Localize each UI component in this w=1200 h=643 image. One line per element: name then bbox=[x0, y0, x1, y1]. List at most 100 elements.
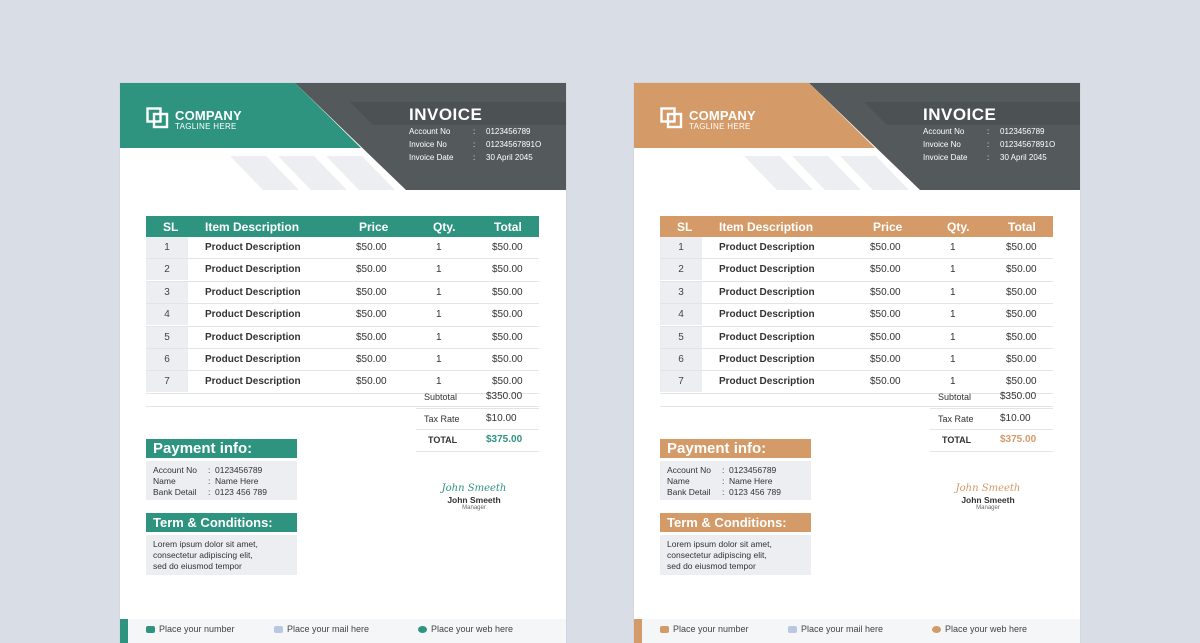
terms-line: sed do eiusmod tempor bbox=[153, 561, 242, 571]
row-sl: 5 bbox=[146, 326, 188, 348]
row-description: Product Description bbox=[205, 264, 301, 276]
invoice-meta-row: Invoice Date : 30 April 2045 bbox=[923, 153, 1080, 166]
total-label: TOTAL bbox=[428, 435, 458, 445]
payment-row: Bank Detail : 0123 456 789 bbox=[146, 487, 297, 498]
total-value: $375.00 bbox=[1000, 434, 1037, 445]
payment-value: 0123 456 789 bbox=[729, 487, 781, 497]
meta-value: 0123456789 bbox=[1000, 127, 1045, 136]
meta-colon: : bbox=[473, 140, 476, 149]
phone-icon bbox=[660, 626, 669, 634]
row-total: $50.00 bbox=[492, 376, 523, 388]
payment-label: Name bbox=[153, 476, 176, 486]
company-tagline: TAGLINE HERE bbox=[175, 122, 237, 131]
footer-web: Place your web here bbox=[418, 624, 513, 634]
meta-colon: : bbox=[473, 127, 476, 136]
row-price: $50.00 bbox=[870, 242, 901, 253]
terms-heading-text: Term & Conditions: bbox=[153, 515, 273, 530]
table-row: 4 Product Description $50.00 1 $50.00 bbox=[146, 304, 539, 327]
table-header: SL Item Description Price Qty. Total bbox=[660, 216, 1053, 237]
total-label: TOTAL bbox=[942, 435, 972, 445]
header-qty: Qty. bbox=[433, 220, 456, 234]
footer-mail: Place your mail here bbox=[274, 624, 369, 634]
company-name: COMPANY bbox=[689, 108, 756, 123]
row-description: Product Description bbox=[205, 309, 301, 321]
payment-label: Account No bbox=[667, 465, 711, 475]
row-total: $50.00 bbox=[1006, 353, 1037, 365]
row-sl: 7 bbox=[660, 371, 702, 393]
row-qty: 1 bbox=[436, 376, 442, 388]
row-sl: 4 bbox=[660, 304, 702, 326]
table-row: 3 Product Description $50.00 1 $50.00 bbox=[660, 281, 1053, 305]
footer-phone: Place your number bbox=[660, 624, 749, 634]
invoice-meta-row: Account No : 0123456789 bbox=[923, 127, 1080, 140]
tax-label: Tax Rate bbox=[424, 413, 460, 424]
meta-label: Invoice No bbox=[409, 140, 447, 149]
total-row: TOTAL $375.00 bbox=[930, 430, 1053, 452]
total-value: $375.00 bbox=[486, 434, 523, 445]
invoice-meta-row: Account No : 0123456789 bbox=[409, 127, 566, 140]
row-description: Product Description bbox=[719, 264, 815, 276]
row-price: $50.00 bbox=[870, 353, 901, 365]
footer-contacts: Place your number Place your mail here P… bbox=[634, 619, 1080, 643]
company-name: COMPANY bbox=[175, 108, 242, 123]
subtotal-value: $350.00 bbox=[486, 391, 523, 402]
header-total: Total bbox=[1008, 220, 1036, 234]
signer-role: Manager bbox=[462, 505, 486, 511]
signer-name: John Smeeth bbox=[447, 495, 501, 505]
invoice-meta-row: Invoice No : 01234567891O bbox=[923, 140, 1080, 153]
row-sl: 2 bbox=[146, 259, 188, 281]
row-description: Product Description bbox=[719, 376, 815, 388]
table-row: 1 Product Description $50.00 1 $50.00 bbox=[660, 237, 1053, 260]
row-total: $50.00 bbox=[492, 286, 523, 298]
signature-block: John Smeeth John Smeeth Manager bbox=[438, 483, 510, 511]
row-total: $50.00 bbox=[1006, 376, 1037, 388]
subtotal-row: Subtotal $350.00 bbox=[930, 387, 1053, 409]
payment-value: 0123456789 bbox=[729, 465, 777, 475]
payment-heading: Payment info: bbox=[660, 439, 811, 458]
row-sl: 3 bbox=[660, 281, 702, 303]
meta-label: Invoice No bbox=[923, 140, 961, 149]
signer-name: John Smeeth bbox=[961, 495, 1015, 505]
row-description: Product Description bbox=[205, 331, 301, 343]
row-total: $50.00 bbox=[1006, 264, 1037, 276]
row-description: Product Description bbox=[205, 376, 301, 388]
table-row: 2 Product Description $50.00 1 $50.00 bbox=[146, 259, 539, 282]
row-price: $50.00 bbox=[356, 376, 387, 388]
payment-info-box: Account No : 0123456789 Name : Name Here… bbox=[146, 461, 297, 500]
row-sl: 6 bbox=[660, 348, 702, 370]
row-price: $50.00 bbox=[870, 286, 901, 298]
payment-colon: : bbox=[208, 487, 211, 497]
row-description: Product Description bbox=[205, 286, 301, 298]
meta-value: 30 April 2045 bbox=[486, 153, 533, 162]
header-price: Price bbox=[873, 220, 903, 234]
row-description: Product Description bbox=[205, 242, 301, 253]
row-price: $50.00 bbox=[356, 353, 387, 365]
terms-line: Lorem ipsum dolor sit amet, bbox=[153, 539, 258, 549]
header-description: Item Description bbox=[205, 220, 300, 234]
invoice-sheet: COMPANY TAGLINE HERE INVOICE Account No … bbox=[120, 83, 566, 643]
header-sl: SL bbox=[163, 220, 179, 234]
payment-label: Bank Detail bbox=[153, 487, 197, 497]
payment-colon: : bbox=[208, 476, 211, 486]
phone-icon bbox=[146, 626, 155, 634]
row-description: Product Description bbox=[719, 242, 815, 253]
terms-line: consectetur adipiscing elit, bbox=[153, 550, 253, 560]
tax-row: Tax Rate $10.00 bbox=[416, 409, 539, 430]
footer-mail-text: Place your mail here bbox=[801, 624, 884, 634]
row-total: $50.00 bbox=[492, 309, 523, 321]
row-price: $50.00 bbox=[870, 331, 901, 343]
row-qty: 1 bbox=[950, 286, 956, 298]
row-total: $50.00 bbox=[1006, 331, 1037, 343]
terms-line: sed do eiusmod tempor bbox=[667, 561, 756, 571]
row-total: $50.00 bbox=[492, 331, 523, 343]
payment-label: Account No bbox=[153, 465, 197, 475]
row-description: Product Description bbox=[719, 286, 815, 298]
row-price: $50.00 bbox=[356, 242, 387, 253]
row-sl: 2 bbox=[660, 259, 702, 281]
header-price: Price bbox=[359, 220, 389, 234]
payment-info-box: Account No : 0123456789 Name : Name Here… bbox=[660, 461, 811, 500]
payment-row: Account No : 0123456789 bbox=[146, 465, 297, 476]
header-total: Total bbox=[494, 220, 522, 234]
payment-colon: : bbox=[208, 465, 211, 475]
table-row: 1 Product Description $50.00 1 $50.00 bbox=[146, 237, 539, 260]
